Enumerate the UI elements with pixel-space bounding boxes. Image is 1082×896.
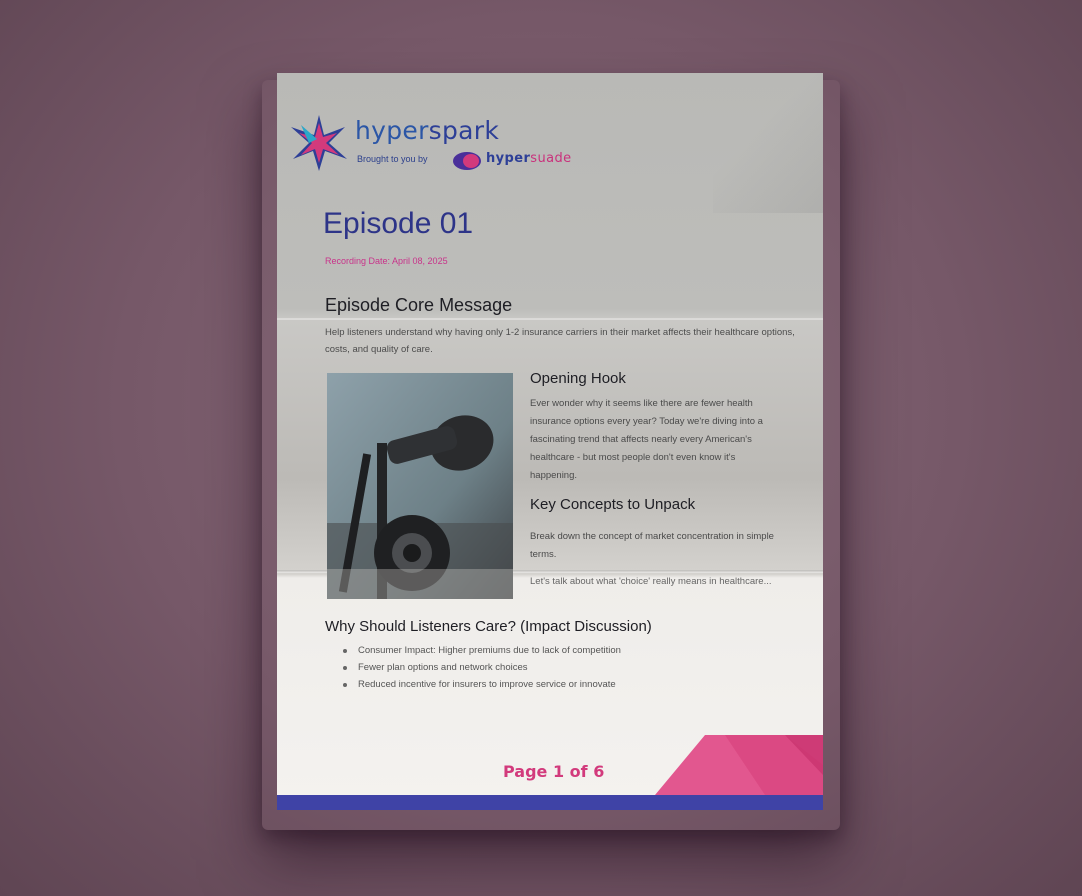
brand-name-part2: spark — [428, 116, 500, 145]
key-concepts-heading: Key Concepts to Unpack — [530, 496, 696, 513]
impact-bullet: Fewer plan options and network choices — [343, 659, 621, 676]
sponsor-name-part1: hyper — [486, 151, 531, 166]
opening-hook-heading: Opening Hook — [530, 370, 626, 387]
impact-bullet: Consumer Impact: Higher premiums due to … — [343, 642, 621, 659]
core-message-heading: Episode Core Message — [325, 295, 513, 315]
star-burst-icon — [291, 115, 347, 171]
opening-hook-body: Ever wonder why it seems like there are … — [530, 398, 763, 481]
flyer-page: hyperspark Brought to you by hypersuade … — [277, 73, 823, 810]
footer-bar — [277, 795, 823, 810]
page-number: Page 1 of 6 — [503, 762, 605, 781]
brand-name-part1: hyper — [355, 116, 429, 145]
sponsor-wordmark: hypersuade — [486, 151, 572, 166]
corner-shade — [713, 73, 823, 213]
impact-bullet: Reduced incentive for insurers to improv… — [343, 676, 621, 693]
scene-background: hyperspark Brought to you by hypersuade … — [0, 0, 1082, 896]
brand-byline: Brought to you by — [357, 154, 428, 164]
sponsor-name-part2: suade — [530, 151, 572, 166]
key-concept-item: Let's talk about what 'choice' really me… — [530, 576, 772, 587]
microphone-photo — [327, 373, 513, 599]
core-message-body: Help listeners understand why having onl… — [325, 327, 795, 355]
impact-bullet-list: Consumer Impact: Higher premiums due to … — [343, 642, 621, 693]
fold-line-upper — [277, 318, 823, 320]
brand-wordmark: hyperspark — [355, 116, 499, 145]
recording-date: Recording Date: April 08, 2025 — [325, 256, 448, 266]
footer-pink-shape — [655, 735, 823, 795]
key-concept-item: Break down the concept of market concent… — [530, 531, 774, 560]
blob-icon — [453, 152, 481, 170]
episode-title: Episode 01 — [323, 207, 474, 240]
why-care-heading: Why Should Listeners Care? (Impact Discu… — [325, 618, 652, 635]
